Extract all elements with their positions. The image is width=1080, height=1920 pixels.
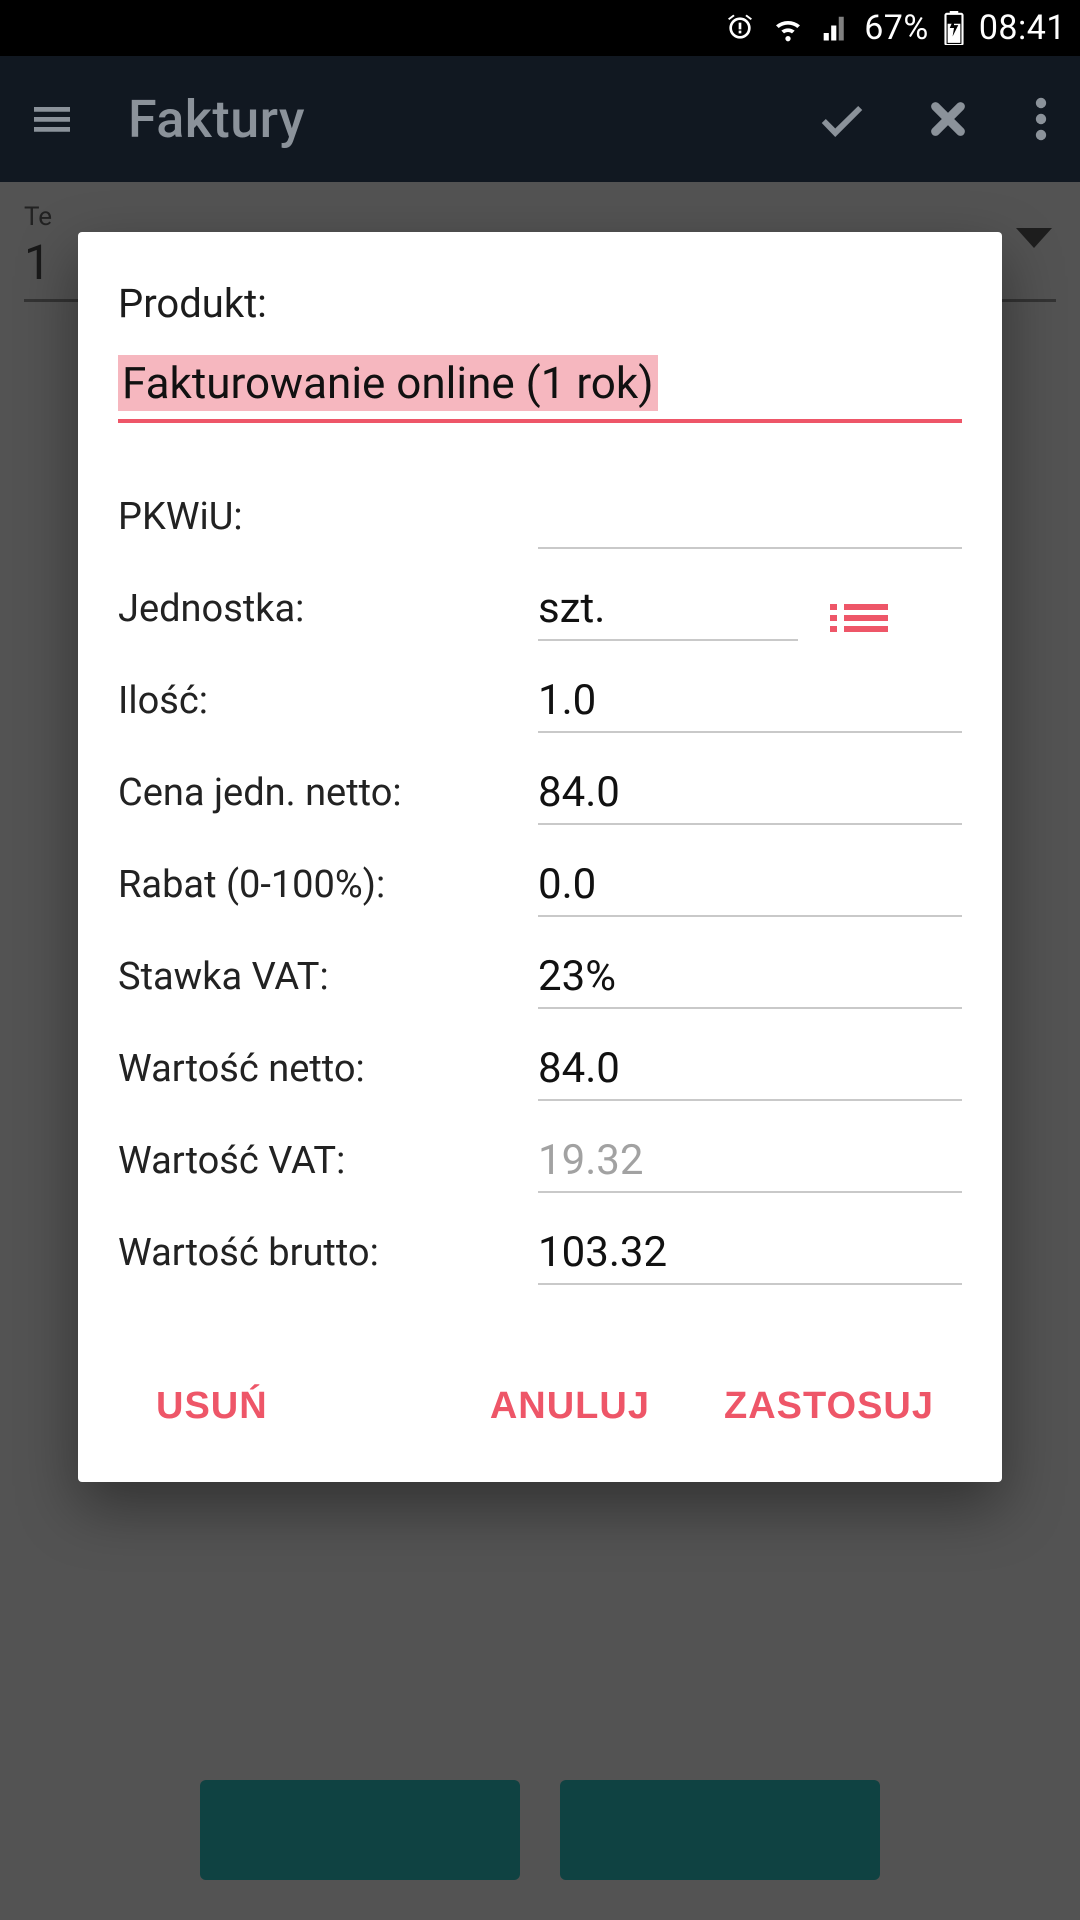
delete-button[interactable]: USUŃ [136, 1373, 288, 1440]
vat-value-label: Wartość VAT: [118, 1139, 538, 1193]
app-bar-title: Faktury [128, 89, 305, 150]
pkwiu-label: PKWiU: [118, 495, 538, 549]
unit-label: Jednostka: [118, 587, 538, 641]
gross-value-input[interactable]: 103.32 [538, 1228, 962, 1285]
alarm-icon [724, 12, 756, 44]
net-value-input[interactable]: 84.0 [538, 1044, 962, 1101]
apply-button[interactable]: ZASTOSUJ [704, 1373, 954, 1440]
quantity-label: Ilość: [118, 679, 538, 733]
vat-rate-label: Stawka VAT: [118, 955, 538, 1009]
overflow-menu-icon[interactable] [1024, 95, 1058, 143]
vat-rate-input[interactable]: 23% [538, 952, 962, 1009]
unit-picker-icon[interactable] [844, 599, 888, 637]
hamburger-menu-icon[interactable] [22, 95, 82, 143]
net-value-label: Wartość netto: [118, 1047, 538, 1101]
discount-label: Rabat (0-100%): [118, 863, 538, 917]
product-dialog: Produkt: Fakturowanie online (1 rok) PKW… [78, 232, 1002, 1482]
pkwiu-input[interactable] [538, 497, 962, 549]
vat-value-display: 19.32 [538, 1136, 962, 1193]
signal-icon [820, 13, 850, 43]
cancel-button[interactable]: ANULUJ [470, 1373, 670, 1440]
product-name-field[interactable]: Fakturowanie online (1 rok) [118, 353, 962, 423]
battery-charging-icon [943, 11, 965, 45]
battery-percentage: 67% [864, 8, 929, 48]
app-bar: Faktury [0, 56, 1080, 182]
gross-value-label: Wartość brutto: [118, 1231, 538, 1285]
dialog-actions: USUŃ ANULUJ ZASTOSUJ [118, 1351, 962, 1458]
unit-price-input[interactable]: 84.0 [538, 768, 962, 825]
unit-input[interactable]: szt. [538, 584, 798, 641]
clock: 08:41 [979, 8, 1066, 48]
unit-price-label: Cena jedn. netto: [118, 771, 538, 825]
quantity-input[interactable]: 1.0 [538, 676, 962, 733]
discount-input[interactable]: 0.0 [538, 860, 962, 917]
dialog-title: Produkt: [118, 280, 962, 327]
confirm-icon[interactable] [812, 92, 872, 146]
product-name-value[interactable]: Fakturowanie online (1 rok) [118, 355, 658, 411]
status-bar: 67% 08:41 [0, 0, 1080, 56]
close-icon[interactable] [918, 94, 978, 144]
wifi-icon [770, 12, 806, 44]
